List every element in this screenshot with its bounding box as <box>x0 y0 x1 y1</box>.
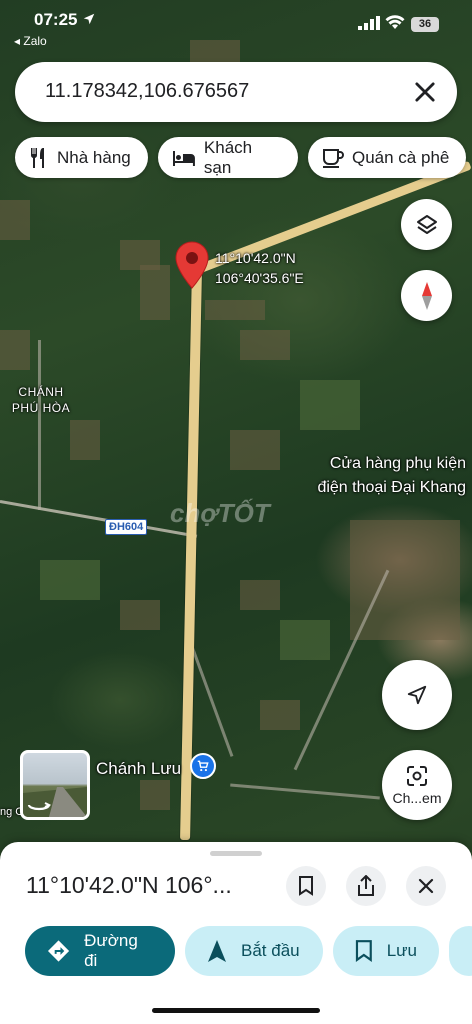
map-field <box>40 560 100 600</box>
compass-button[interactable] <box>401 270 452 321</box>
map-field <box>0 200 30 240</box>
save-button[interactable]: Lưu <box>333 926 439 976</box>
minor-road <box>293 569 390 771</box>
chip-label: Khách sạn <box>203 137 253 177</box>
back-to-app-link[interactable]: ◂ Zalo <box>14 34 47 48</box>
location-pin[interactable] <box>174 241 210 296</box>
map-field <box>205 300 265 320</box>
pin-coordinate-label: 11°10'42.0"N 106°40'35.6"E <box>215 248 304 288</box>
home-indicator <box>152 1008 320 1013</box>
pin-lng: 106°40'35.6"E <box>215 270 304 286</box>
wifi-icon <box>385 15 405 29</box>
status-bar: 07:25 ◂ Zalo 36 <box>0 0 472 56</box>
lens-button[interactable]: Ch...em <box>382 750 452 820</box>
location-arrow-icon <box>83 13 95 25</box>
place-label-chanh-luu[interactable]: Chánh Lưu <box>96 759 181 779</box>
map-field <box>280 620 330 660</box>
map-field <box>240 330 290 360</box>
share-icon <box>358 875 374 896</box>
shopping-cart-icon <box>197 760 209 772</box>
bookmark-icon <box>299 876 313 896</box>
cellular-signal-icon <box>358 16 380 30</box>
directions-button[interactable]: Đường đi <box>25 926 175 976</box>
place-title: 11°10'42.0"N 106°... <box>26 872 232 898</box>
coffee-cup-icon <box>323 148 344 168</box>
layers-button[interactable] <box>401 199 452 250</box>
chip-label: Nhà hàng <box>57 147 131 167</box>
map-field <box>300 380 360 430</box>
search-input[interactable]: 11.178342,106.676567 <box>45 80 249 103</box>
place-label-shop[interactable]: Cửa hàng phụ kiện điện thoại Đại Khang <box>317 452 466 500</box>
minor-road <box>38 340 41 510</box>
map-field <box>140 265 170 320</box>
chip-restaurants[interactable]: Nhà hàng <box>15 137 148 178</box>
search-bar[interactable]: 11.178342,106.676567 <box>15 62 457 122</box>
map-field <box>230 430 280 470</box>
chip-label: Quán cà phê <box>352 147 450 167</box>
map-field <box>140 780 170 810</box>
place-bottom-sheet[interactable]: 11°10'42.0"N 106°... Đường đi Bắt đầu Lư… <box>0 842 472 1024</box>
chip-hotels[interactable]: Khách sạn <box>158 137 298 178</box>
street-view-thumbnail[interactable] <box>20 750 90 820</box>
shop-label-line: Cửa hàng phụ kiện <box>329 455 466 472</box>
save-icon-button[interactable] <box>286 866 326 906</box>
map-field <box>0 330 30 370</box>
save-label: Lưu <box>386 941 417 960</box>
fork-knife-icon <box>30 147 44 168</box>
bookmark-icon <box>355 940 372 962</box>
place-label-line: CHÁNH <box>18 385 64 399</box>
status-time: 07:25 <box>34 10 96 30</box>
close-icon[interactable] <box>411 78 439 106</box>
shopping-cart-marker[interactable] <box>190 753 216 779</box>
close-sheet-button[interactable] <box>406 866 446 906</box>
map-field <box>260 700 300 730</box>
navigation-arrow-icon <box>208 940 226 962</box>
place-label-line: PHÚ HÒA <box>11 401 71 415</box>
pin-lat: 11°10'42.0"N <box>215 250 296 266</box>
road-badge: ĐH604 <box>105 519 148 535</box>
street-view-icon <box>23 787 87 817</box>
minor-road <box>189 643 234 757</box>
close-icon <box>418 878 434 894</box>
map-field <box>240 580 280 610</box>
navigation-arrow-icon <box>407 685 427 705</box>
my-location-button[interactable] <box>382 660 452 730</box>
bed-icon <box>172 150 195 166</box>
map-pin-icon <box>175 241 209 289</box>
battery-indicator: 36 <box>411 17 439 32</box>
more-actions-button[interactable] <box>449 926 472 976</box>
map-field <box>70 420 100 460</box>
chip-coffee[interactable]: Quán cà phê <box>308 137 466 178</box>
minor-road <box>230 783 380 800</box>
map-field <box>120 600 160 630</box>
map-field <box>350 520 460 640</box>
sheet-drag-handle[interactable] <box>210 851 262 856</box>
compass-icon <box>421 281 432 310</box>
start-button[interactable]: Bắt đầu <box>185 926 323 976</box>
layers-icon <box>416 214 437 234</box>
google-lens-icon <box>407 766 427 786</box>
road-dh604 <box>0 500 198 538</box>
share-button[interactable] <box>346 866 386 906</box>
lens-button-label: Ch...em <box>392 790 442 806</box>
watermark: chợTỐT <box>170 498 270 528</box>
place-label-chanh-phu-hoa[interactable]: CHÁNH PHÚ HÒA <box>8 384 74 416</box>
start-label: Bắt đầu <box>241 941 300 960</box>
directions-icon <box>47 940 70 962</box>
shop-label-line: điện thoại Đại Khang <box>317 479 466 496</box>
directions-label: Đường đi <box>84 931 138 970</box>
